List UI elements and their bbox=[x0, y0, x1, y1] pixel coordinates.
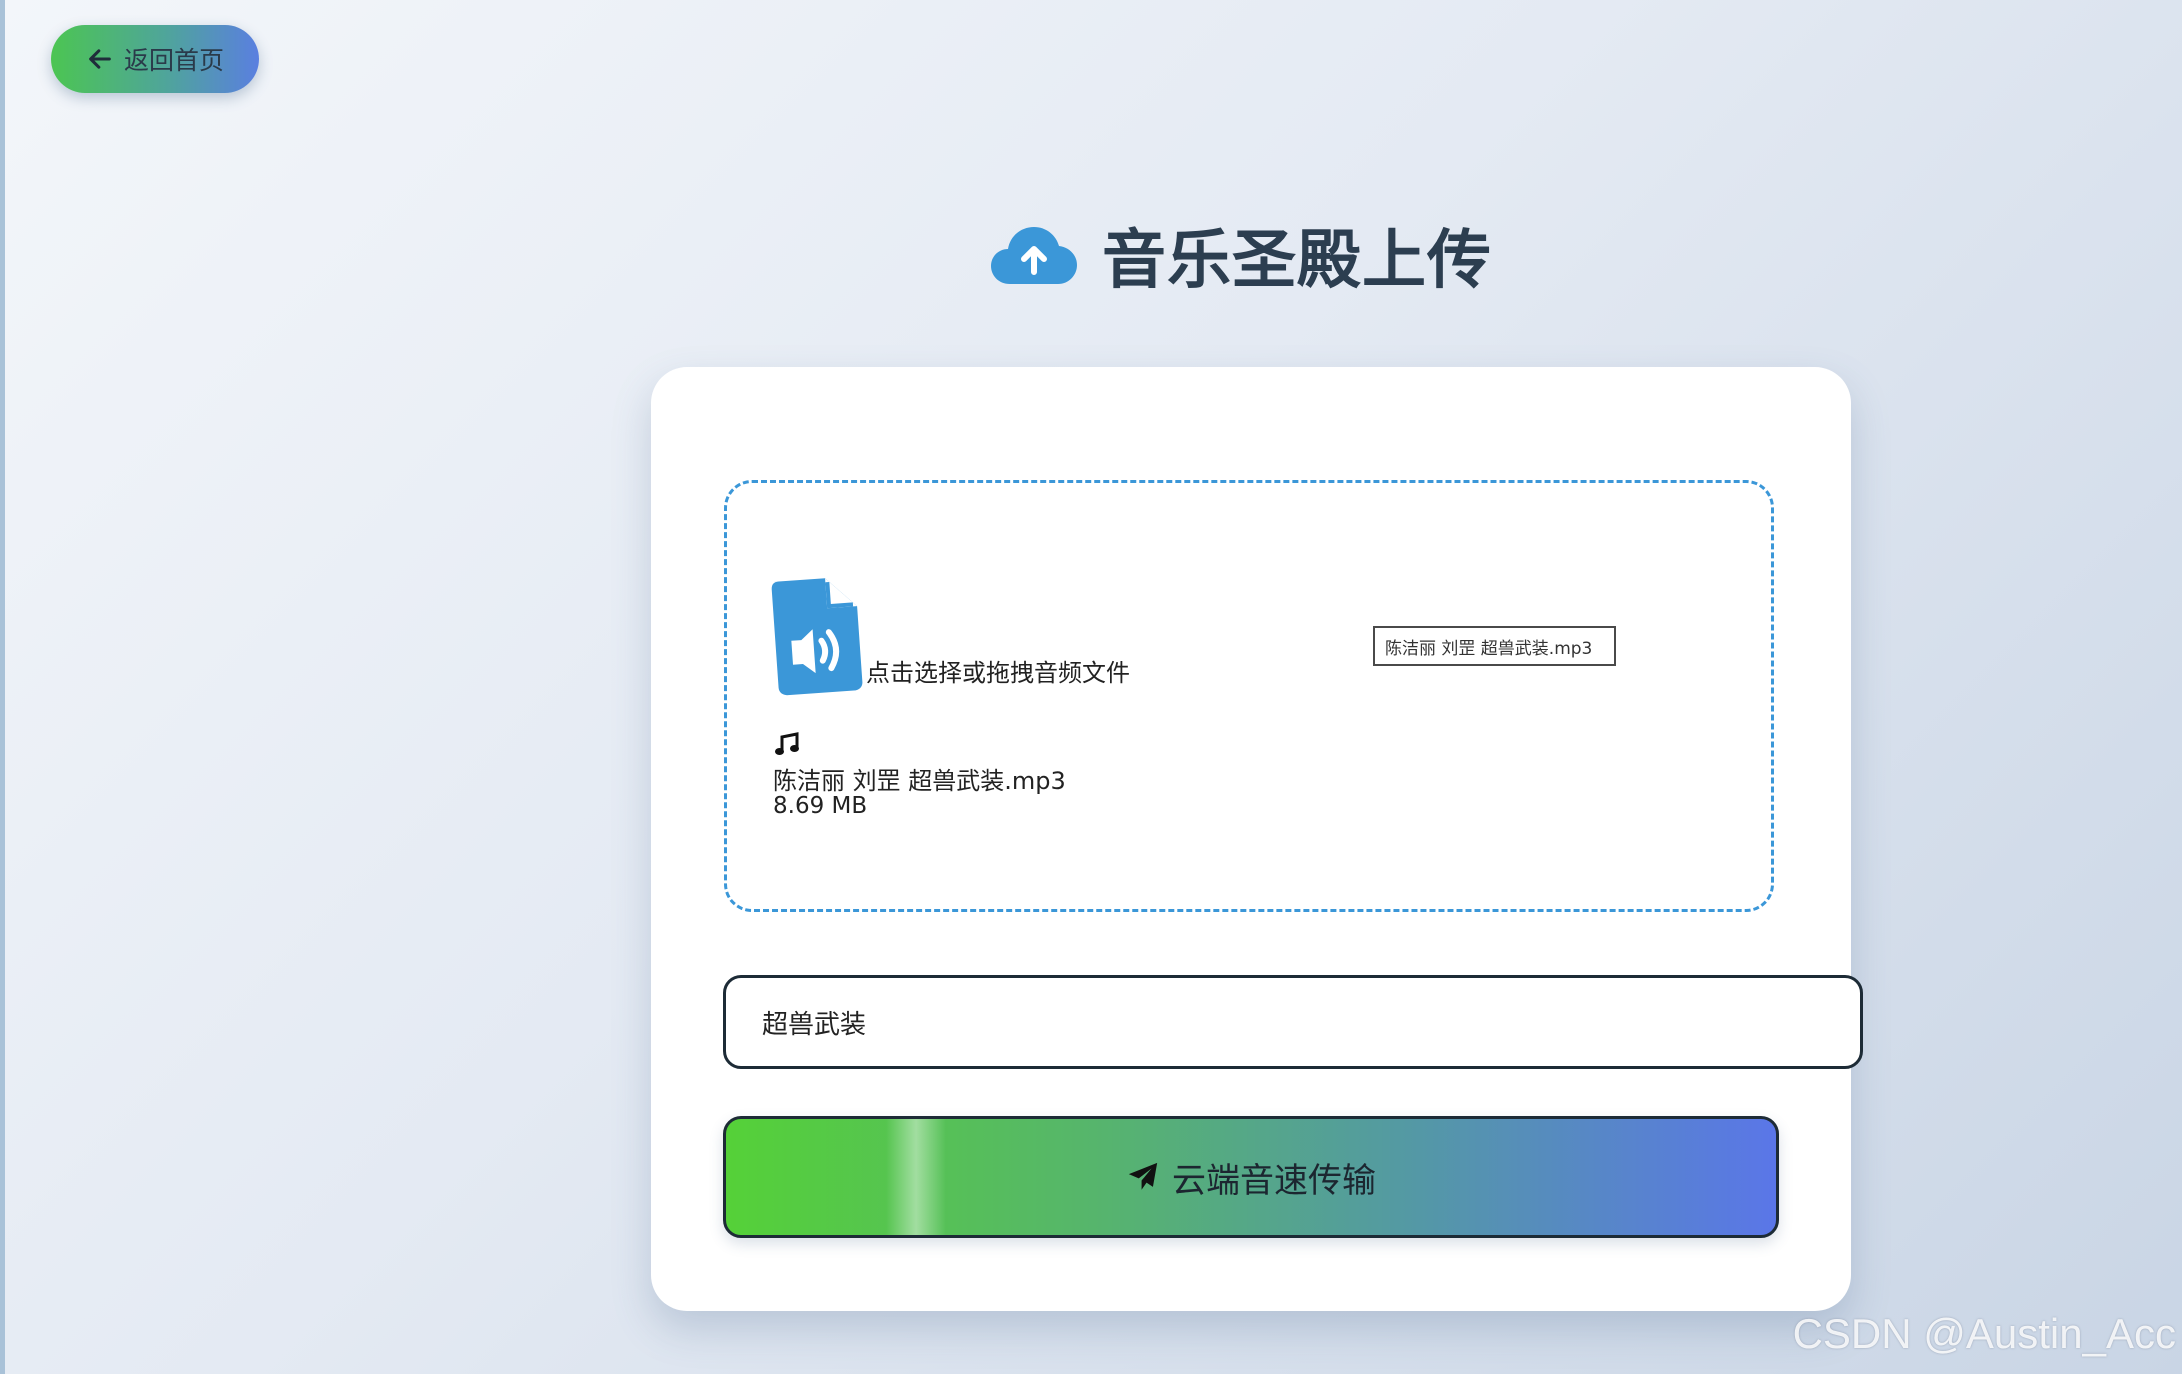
upload-submit-button[interactable]: 云端音速传输 bbox=[723, 1116, 1779, 1238]
dropzone-hint: 点击选择或拖拽音频文件 bbox=[866, 659, 1130, 687]
watermark: CSDN @Austin_Acc bbox=[1792, 1310, 2176, 1357]
window-edge bbox=[0, 0, 5, 1374]
native-file-input[interactable]: 陈洁丽 刘罡 超兽武装.mp3 bbox=[1373, 626, 1616, 666]
back-home-label: 返回首页 bbox=[123, 46, 224, 75]
selected-file-name: 陈洁丽 刘罡 超兽武装.mp3 bbox=[773, 767, 1066, 795]
native-file-input-value: 陈洁丽 刘罡 超兽武装.mp3 bbox=[1385, 638, 1593, 659]
upload-card: 点击选择或拖拽音频文件 陈洁丽 刘罡 超兽武装.mp3 陈洁丽 刘罡 超兽武装.… bbox=[651, 367, 1863, 1311]
file-dropzone[interactable]: 点击选择或拖拽音频文件 陈洁丽 刘罡 超兽武装.mp3 陈洁丽 刘罡 超兽武装.… bbox=[724, 480, 1774, 912]
cloud-upload-icon bbox=[991, 227, 1077, 284]
arrow-left-icon bbox=[89, 49, 111, 69]
page-header: 音乐圣殿上传 bbox=[990, 210, 1492, 300]
file-audio-icon bbox=[771, 578, 863, 696]
button-shine bbox=[886, 1119, 946, 1235]
selected-file-size: 8.69 MB bbox=[773, 793, 868, 819]
upload-submit-label: 云端音速传输 bbox=[1172, 1160, 1376, 1201]
paper-plane-icon bbox=[1128, 1162, 1158, 1190]
back-home-button[interactable]: 返回首页 bbox=[51, 25, 259, 93]
song-title-input[interactable] bbox=[723, 975, 1863, 1069]
music-note-icon bbox=[775, 732, 799, 755]
page-title: 音乐圣殿上传 bbox=[1102, 224, 1492, 298]
